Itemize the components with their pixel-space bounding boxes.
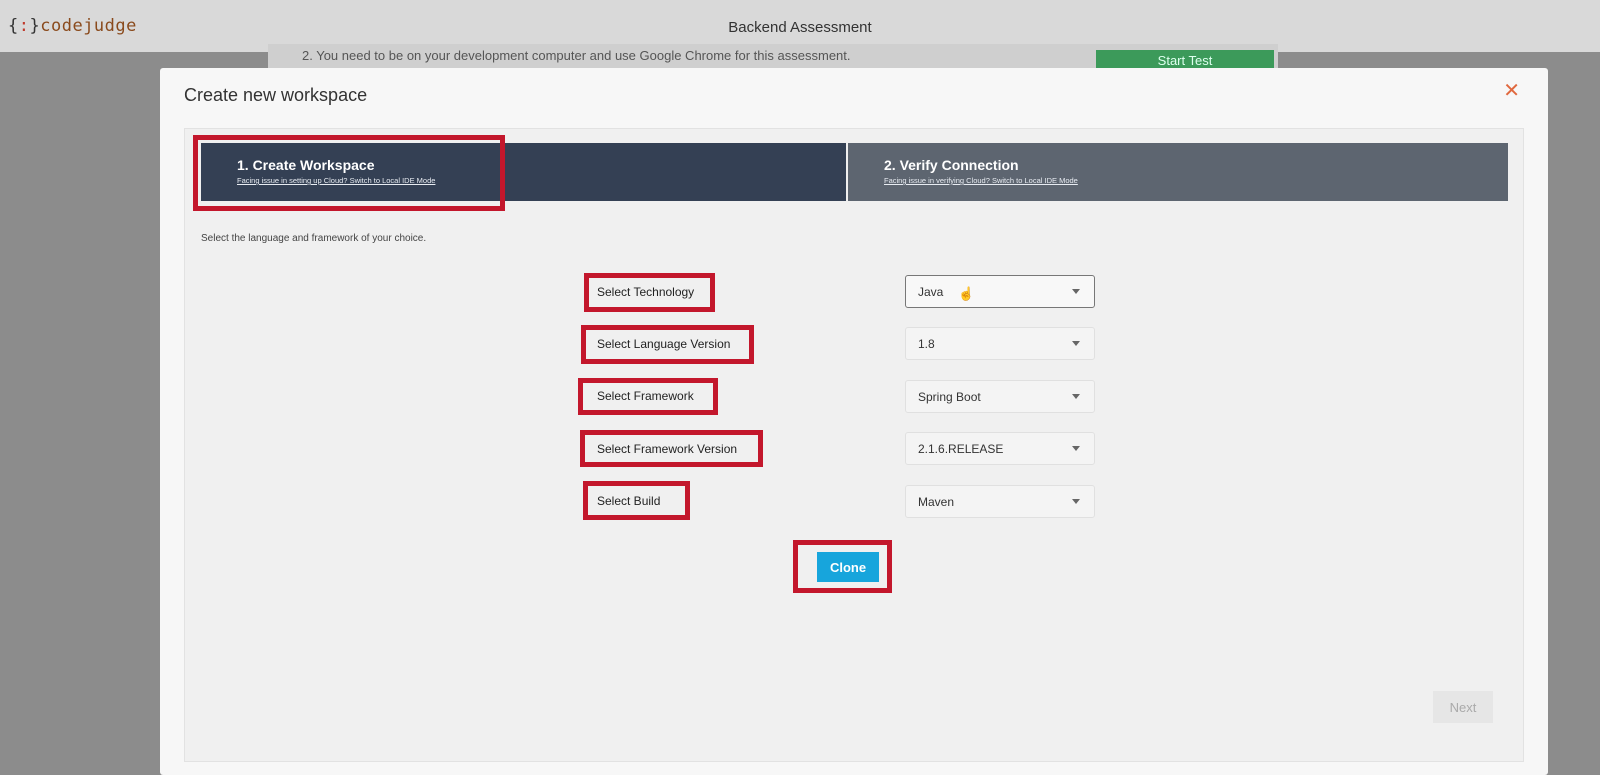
create-workspace-modal: Create new workspace ✕ 1. Create Workspa… [160, 68, 1548, 775]
language-version-select[interactable]: 1.8 [905, 327, 1095, 360]
technology-select[interactable]: Java ☝ [905, 275, 1095, 308]
build-select[interactable]: Maven [905, 485, 1095, 518]
step-create-workspace[interactable]: 1. Create Workspace Facing issue in sett… [201, 143, 846, 201]
label-language-version: Select Language Version [597, 337, 731, 351]
hand-cursor-icon: ☝ [958, 286, 975, 301]
next-button[interactable]: Next [1433, 691, 1493, 723]
label-framework-version: Select Framework Version [597, 442, 738, 456]
switch-local-ide-link[interactable]: Facing issue in setting up Cloud? Switch… [237, 176, 846, 185]
step-title: 2. Verify Connection [884, 157, 1019, 173]
background-note: 2. You need to be on your development co… [302, 48, 851, 63]
selected-value: 2.1.6.RELEASE [918, 442, 1004, 456]
label-framework: Select Framework [597, 389, 694, 403]
framework-select[interactable]: Spring Boot [905, 380, 1095, 413]
selected-value: Maven [918, 495, 955, 509]
clone-button[interactable]: Clone [817, 552, 879, 582]
chevron-down-icon [1072, 289, 1080, 294]
chevron-down-icon [1072, 499, 1080, 504]
modal-title: Create new workspace [184, 85, 368, 105]
selected-value: 1.8 [918, 337, 935, 351]
close-icon[interactable]: ✕ [1503, 78, 1520, 103]
switch-local-ide-link[interactable]: Facing issue in verifying Cloud? Switch … [884, 176, 1508, 185]
step-title: 1. Create Workspace [237, 157, 375, 173]
label-build: Select Build [597, 494, 661, 508]
framework-version-select[interactable]: 2.1.6.RELEASE [905, 432, 1095, 465]
label-technology: Select Technology [597, 285, 695, 299]
instruction-text: Select the language and framework of you… [201, 233, 427, 244]
selected-value: Spring Boot [918, 390, 981, 404]
selected-value: Java [918, 285, 944, 299]
chevron-down-icon [1072, 446, 1080, 451]
workspace-panel: 1. Create Workspace Facing issue in sett… [184, 128, 1524, 762]
step-verify-connection[interactable]: 2. Verify Connection Facing issue in ver… [848, 143, 1508, 201]
chevron-down-icon [1072, 341, 1080, 346]
chevron-down-icon [1072, 394, 1080, 399]
page-title: Backend Assessment [728, 19, 872, 36]
